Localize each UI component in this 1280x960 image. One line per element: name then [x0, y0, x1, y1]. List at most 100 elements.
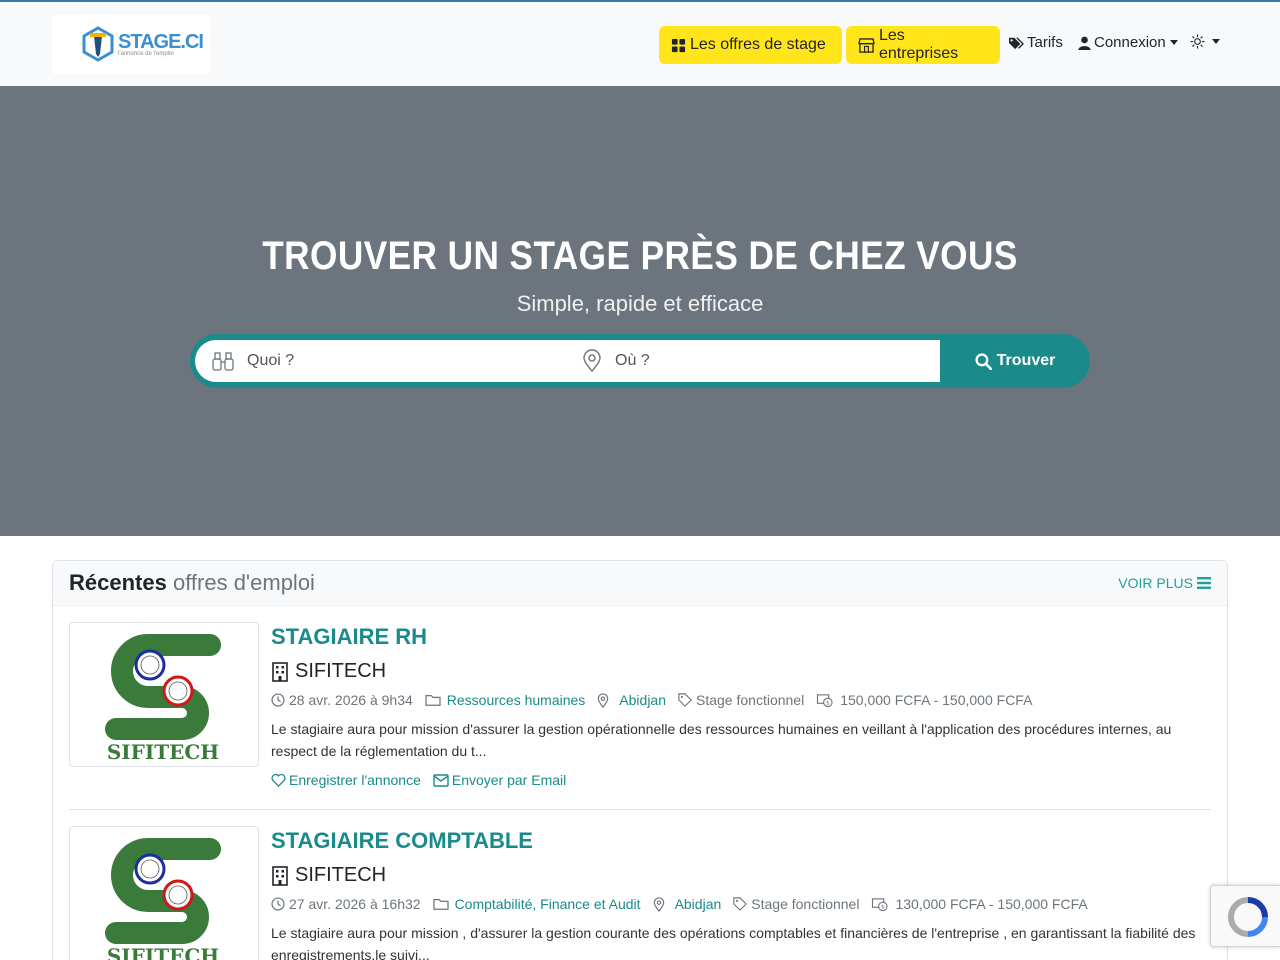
job-item: SIFITECH STAGIAIRE COMPTABLE SIFITECH 27…	[69, 826, 1211, 960]
company-logo[interactable]: SIFITECH	[69, 826, 259, 960]
recent-jobs-card: Récentes offres d'emploi VOIR PLUS SIFIT…	[52, 560, 1228, 960]
job-description: Le stagiaire aura pour mission , d'assur…	[271, 925, 1196, 960]
job-company-name: SIFITECH	[295, 660, 387, 682]
logo-emblem-icon	[82, 26, 114, 62]
list-icon	[1197, 577, 1211, 589]
chevron-down-icon	[1212, 39, 1220, 44]
building-icon	[272, 865, 288, 886]
building-icon	[272, 661, 288, 682]
save-job-label: Enregistrer l'annonce	[289, 772, 421, 788]
svg-text:$: $	[881, 904, 885, 910]
envelope-icon	[433, 773, 449, 787]
job-company[interactable]: SIFITECH	[271, 864, 386, 887]
cash-coin-icon: $	[872, 897, 889, 911]
divider	[69, 809, 1211, 810]
job-date-text: 27 avr. 2026 à 16h32	[289, 896, 421, 912]
pricing-link[interactable]: Tarifs	[1008, 34, 1063, 51]
heart-icon	[271, 773, 286, 787]
hero-subtitle: Simple, rapide et efficace	[516, 291, 764, 316]
sifitech-logo-icon: SIFITECH	[105, 838, 221, 960]
job-type-text: Stage fonctionnel	[751, 896, 860, 912]
chevron-down-icon	[1169, 40, 1178, 45]
svg-text:$: $	[826, 700, 830, 706]
theme-toggle[interactable]	[1190, 34, 1220, 49]
what-input-placeholder: Quoi ?	[247, 352, 295, 369]
login-dropdown[interactable]: Connexion	[1078, 34, 1178, 51]
clock-icon	[271, 693, 285, 707]
recaptcha-icon	[1227, 897, 1268, 937]
sifitech-logo-icon: SIFITECH	[105, 634, 221, 764]
job-salary: $ 130,000 FCFA - 150,000 FCFA	[871, 896, 1088, 912]
job-location-text: Abidjan	[674, 896, 722, 912]
tag-icon	[733, 897, 748, 911]
sun-icon	[1190, 34, 1205, 49]
see-more-link[interactable]: VOIR PLUS	[1118, 575, 1211, 591]
section-title-bold: Récentes	[69, 570, 167, 595]
job-type-text: Stage fonctionnel	[696, 692, 805, 708]
what-input[interactable]: Quoi ?	[211, 340, 571, 382]
email-job-button[interactable]: Envoyer par Email	[433, 772, 566, 788]
job-category[interactable]: Comptabilité, Finance et Audit	[432, 896, 641, 912]
company-logo-text: SIFITECH	[107, 944, 219, 960]
map-pin-icon	[597, 692, 609, 708]
tag-icon	[678, 693, 692, 707]
grid-icon	[671, 38, 686, 52]
cash-coin-icon: $	[817, 693, 833, 707]
job-company-name: SIFITECH	[295, 864, 387, 886]
job-location[interactable]: Abidjan	[597, 692, 666, 708]
job-salary-text: 130,000 FCFA - 150,000 FCFA	[895, 896, 1088, 912]
section-title-light: offres d'emploi	[166, 570, 315, 595]
save-job-button[interactable]: Enregistrer l'annonce	[271, 772, 421, 788]
logo-tagline: l'annonce de l'emploi	[118, 51, 174, 57]
offers-button[interactable]: Les offres de stage	[659, 26, 842, 64]
pricing-link-label: Tarifs	[1027, 34, 1063, 51]
job-company[interactable]: SIFITECH	[271, 660, 386, 683]
job-date-text: 28 avr. 2026 à 9h34	[289, 692, 413, 708]
search-bar: Quoi ? Où ? Trouver	[190, 334, 1090, 388]
folder-icon	[432, 899, 449, 910]
tags-icon	[1009, 36, 1024, 49]
binoculars-icon	[212, 352, 234, 371]
job-category-text: Comptabilité, Finance et Audit	[454, 896, 641, 912]
folder-icon	[425, 695, 441, 706]
job-type: Stage fonctionnel	[733, 896, 859, 912]
search-button[interactable]: Trouver	[940, 334, 1090, 388]
hero-section: TROUVER UN STAGE PRÈS DE CHEZ VOUS Simpl…	[0, 86, 1280, 536]
card-header: Récentes offres d'emploi VOIR PLUS	[53, 561, 1227, 606]
job-meta: 28 avr. 2026 à 9h34 Ressources humaines …	[271, 692, 1044, 708]
company-logo[interactable]: SIFITECH	[69, 622, 259, 767]
where-input-placeholder: Où ?	[615, 352, 650, 369]
offers-button-label: Les offres de stage	[690, 36, 826, 53]
search-button-label: Trouver	[996, 352, 1056, 369]
map-pin-icon	[583, 349, 601, 373]
job-location[interactable]: Abidjan	[653, 896, 722, 912]
job-meta: 27 avr. 2026 à 16h32 Comptabilité, Finan…	[271, 896, 1100, 912]
job-date: 27 avr. 2026 à 16h32	[271, 896, 421, 912]
job-salary: $ 150,000 FCFA - 150,000 FCFA	[816, 692, 1032, 708]
job-item: SIFITECH STAGIAIRE RH SIFITECH 28 avr. 2…	[69, 622, 1211, 802]
section-title: Récentes offres d'emploi	[69, 570, 315, 596]
recaptcha-badge[interactable]	[1210, 885, 1280, 947]
store-icon	[858, 37, 875, 53]
where-input[interactable]: Où ?	[581, 340, 931, 382]
job-title[interactable]: STAGIAIRE COMPTABLE	[271, 828, 533, 854]
map-pin-icon	[653, 896, 664, 912]
job-date: 28 avr. 2026 à 9h34	[271, 692, 413, 708]
companies-button[interactable]: Les entreprises	[846, 26, 1000, 64]
site-logo[interactable]: STAGE.CI l'annonce de l'emploi	[52, 15, 210, 74]
company-logo-text: SIFITECH	[107, 740, 219, 764]
job-salary-text: 150,000 FCFA - 150,000 FCFA	[840, 692, 1033, 708]
hero-title: TROUVER UN STAGE PRÈS DE CHEZ VOUS	[262, 234, 1018, 278]
job-category-text: Ressources humaines	[446, 692, 586, 708]
job-type: Stage fonctionnel	[678, 692, 804, 708]
search-icon	[975, 352, 992, 370]
clock-icon	[271, 897, 285, 911]
job-location-text: Abidjan	[619, 692, 666, 708]
email-job-label: Envoyer par Email	[451, 772, 567, 788]
see-more-label: VOIR PLUS	[1118, 575, 1193, 591]
job-category[interactable]: Ressources humaines	[425, 692, 586, 708]
search-fields: Quoi ? Où ?	[195, 340, 940, 382]
login-dropdown-label: Connexion	[1094, 34, 1166, 51]
job-title[interactable]: STAGIAIRE RH	[271, 624, 427, 650]
job-description: Le stagiaire aura pour mission d'assurer…	[271, 721, 1172, 759]
